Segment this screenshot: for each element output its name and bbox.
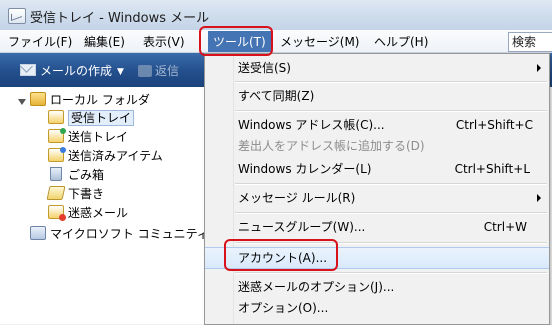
tools-menu: 送受信(S) すべて同期(Z) Windows アドレス帳(C)... Ctrl… — [204, 53, 550, 325]
trash-icon — [50, 167, 62, 181]
reply-icon — [138, 65, 152, 77]
menu-separator — [235, 272, 547, 274]
new-mail-button[interactable]: メールの作成 ▼ — [20, 62, 124, 79]
folder-sent[interactable]: 送信済みアイテム — [48, 147, 163, 165]
folder-local[interactable]: ローカル フォルダ — [30, 91, 150, 109]
dropdown-caret-icon[interactable]: ▼ — [117, 67, 124, 77]
menu-bar: ファイル(F) 編集(E) 表示(V) ツール(T) メッセージ(M) ヘルプ(… — [0, 30, 552, 53]
menu-tools[interactable]: ツール(T) — [208, 31, 271, 52]
folder-junk[interactable]: 迷惑メール — [48, 204, 128, 222]
menu-address-book[interactable]: Windows アドレス帳(C)... Ctrl+Shift+C — [205, 114, 549, 136]
menu-junk-options[interactable]: 迷惑メールのオプション(J)... — [205, 276, 549, 298]
window-title: 受信トレイ - Windows メール — [30, 11, 210, 26]
sent-items-icon — [48, 147, 66, 162]
new-mail-icon — [20, 64, 36, 76]
title-bar: 受信トレイ - Windows メール — [0, 0, 552, 31]
submenu-arrow-icon — [537, 64, 541, 72]
community-icon — [30, 226, 46, 240]
menu-message[interactable]: メッセージ(M) — [278, 33, 361, 50]
menu-separator — [235, 212, 547, 214]
reply-button[interactable]: 返信 — [138, 62, 179, 79]
menu-view[interactable]: 表示(V) — [141, 33, 187, 50]
menu-newsgroups[interactable]: ニュースグループ(W)... Ctrl+W — [205, 216, 549, 238]
menu-file[interactable]: ファイル(F) — [6, 33, 74, 50]
folder-icon — [30, 92, 46, 106]
folder-drafts[interactable]: 下書き — [46, 185, 104, 203]
outbox-icon — [48, 128, 66, 143]
menu-accounts[interactable]: アカウント(A)... — [205, 247, 549, 269]
collapse-arrow-icon[interactable] — [18, 99, 26, 105]
menu-calendar[interactable]: Windows カレンダー(L) Ctrl+Shift+L — [205, 158, 549, 180]
folder-trash[interactable]: ごみ箱 — [48, 166, 104, 184]
inbox-icon — [48, 110, 64, 124]
menu-edit[interactable]: 編集(E) — [82, 33, 127, 50]
menu-separator — [235, 81, 547, 83]
junk-mail-icon — [48, 205, 66, 221]
drafts-icon — [46, 186, 66, 200]
menu-sync-all[interactable]: すべて同期(Z) — [205, 85, 549, 107]
menu-message-rules[interactable]: メッセージ ルール(R) — [205, 187, 549, 209]
windows-mail-icon — [8, 8, 26, 24]
folder-community[interactable]: マイクロソフト コミュニティ — [30, 225, 209, 243]
new-mail-label: メールの作成 — [40, 64, 113, 78]
folder-outbox[interactable]: 送信トレイ — [48, 128, 128, 146]
menu-help[interactable]: ヘルプ(H) — [372, 33, 430, 50]
menu-send-receive[interactable]: 送受信(S) — [205, 57, 549, 79]
menu-options[interactable]: オプション(O)... — [205, 297, 549, 319]
reply-label: 返信 — [155, 64, 180, 78]
menu-separator — [235, 110, 547, 112]
folder-inbox[interactable]: 受信トレイ — [48, 109, 135, 127]
menu-separator — [235, 242, 547, 244]
submenu-arrow-icon — [537, 194, 541, 202]
menu-add-sender: 差出人をアドレス帳に追加する(D) — [238, 139, 425, 153]
search-input[interactable]: 検索 — [508, 32, 552, 52]
menu-separator — [235, 183, 547, 185]
